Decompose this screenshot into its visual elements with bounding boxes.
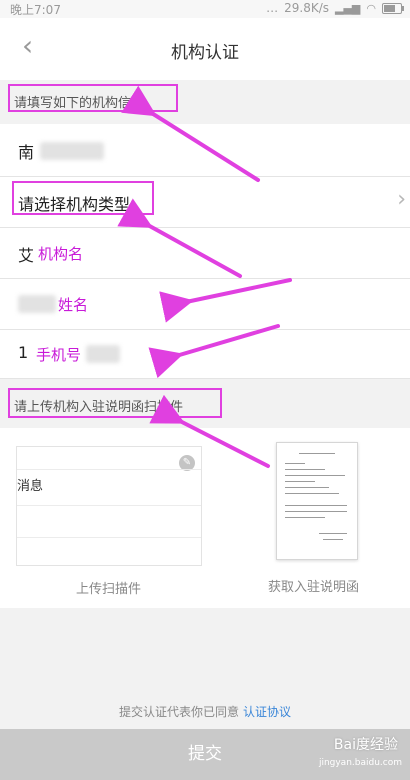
upload-caption: 上传扫描件 [76,582,142,597]
upload-panel: ✎ 消息 上传扫描件 获取入驻说明函 [0,428,410,608]
highlight-box [8,84,178,112]
status-time: 晚上7:07 [10,3,61,17]
annotation-phone: 手机号 [36,346,82,364]
status-dots: … [266,1,279,15]
blurred-text [40,142,104,160]
agreement-text: 提交认证代表你已同意 认证协议 [0,703,410,720]
signal-icon: ▂▄▆ [335,1,361,15]
status-bar: 晚上7:07 … 29.8K/s ▂▄▆ ◠ [0,0,410,18]
org-name-value: 南 [18,143,35,162]
status-indicators: … 29.8K/s ▂▄▆ ◠ [266,1,404,15]
nav-bar: ‹ 机构认证 [0,18,410,80]
status-speed: 29.8K/s [284,1,329,15]
agreement-label: 提交认证代表你已同意 [118,705,239,719]
highlight-box [8,388,222,418]
blurred-text [86,345,120,363]
doc-caption[interactable]: 获取入驻说明函 [268,576,359,595]
instruction-letter-thumbnail[interactable] [276,442,358,560]
phone-prefix: 1 [18,343,29,362]
battery-icon [382,2,404,14]
agreement-link[interactable]: 认证协议 [243,705,291,719]
baidu-watermark-site: jingyan.baidu.com [318,758,402,768]
baidu-watermark-logo: Bai度经验 [333,737,398,753]
chevron-right-icon: › [397,187,406,212]
page-title: 机构认证 [171,43,239,63]
wifi-icon: ◠ [366,1,376,15]
name-field[interactable]: 姓名 [0,279,410,330]
org-name-field[interactable]: 南 [0,124,410,177]
annotation-org-name: 机构名 [38,245,84,263]
upload-scan-card[interactable]: ✎ 消息 [16,446,202,566]
contact-prefix: 艾 [18,246,35,265]
annotation-name: 姓名 [58,296,89,314]
highlight-box [12,181,154,215]
blurred-text [18,295,56,313]
card-message: 消息 [17,479,44,494]
phone-field[interactable]: 1 手机号 [0,330,410,379]
org-contact-field[interactable]: 艾 机构名 [0,228,410,279]
